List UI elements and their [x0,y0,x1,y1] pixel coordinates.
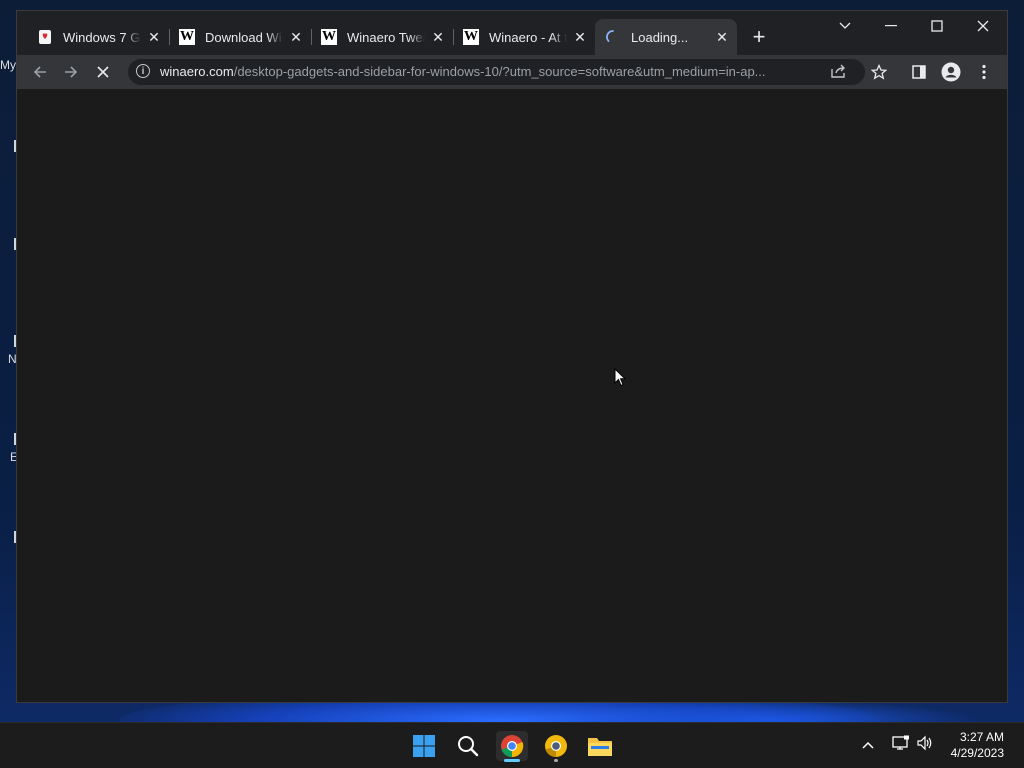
chevron-up-icon [862,741,874,749]
address-url[interactable]: winaero.com/desktop-gadgets-and-sidebar-… [160,64,830,79]
side-panel-button[interactable] [906,59,932,85]
tab-title: Download Win [205,29,283,45]
tab-download-winaero[interactable]: W Download Win ✕ [169,19,312,55]
cards-icon [37,29,53,45]
maximize-icon [931,20,943,32]
close-icon[interactable]: ✕ [429,28,447,46]
minimize-icon [885,25,897,27]
address-bar[interactable]: i winaero.com/desktop-gadgets-and-sideba… [128,59,865,85]
stop-x-icon [97,66,109,78]
menu-button[interactable] [971,59,997,85]
profile-button[interactable] [938,59,964,85]
start-icon [413,735,435,757]
tab-title: Winaero Tweak [347,29,425,45]
url-host: winaero.com [160,64,234,79]
stop-loading-button[interactable] [90,59,116,85]
side-panel-icon [912,65,926,79]
browser-toolbar: i winaero.com/desktop-gadgets-and-sideba… [17,55,1007,89]
url-path: /desktop-gadgets-and-sidebar-for-windows… [233,64,766,79]
close-icon[interactable]: ✕ [145,28,163,46]
close-icon[interactable]: ✕ [287,28,305,46]
clock-date: 4/29/2023 [950,746,1004,760]
network-icon [892,735,909,750]
running-app-indicator [554,759,558,762]
tab-loading-active[interactable]: Loading... ✕ [595,19,737,55]
maximize-button[interactable] [915,11,959,41]
file-explorer-icon [588,738,612,756]
close-icon [977,20,989,32]
tab-winaero-home[interactable]: W Winaero - At th ✕ [453,19,595,55]
system-clock[interactable]: 3:27 AM 4/29/2023 [951,729,1004,761]
file-explorer-taskbar-button[interactable] [584,731,616,761]
desktop-icon-label[interactable]: My [0,58,18,72]
star-icon [871,64,887,80]
active-app-indicator [504,759,520,762]
show-hidden-icons-button[interactable] [862,736,874,752]
site-info-icon[interactable]: i [136,64,150,78]
winaero-w-icon: W [321,29,337,45]
bookmark-star-button[interactable] [866,59,892,85]
chrome-canary-taskbar-button[interactable] [540,731,572,762]
tab-windows-7-gadgets[interactable]: Windows 7 Ga ✕ [27,19,170,55]
back-button[interactable] [27,59,53,85]
chrome-taskbar-button[interactable] [496,731,528,762]
forward-arrow-icon [65,66,78,78]
winaero-w-icon: W [179,29,195,45]
search-icon [458,736,479,757]
search-button[interactable] [452,731,484,761]
tab-strip: Windows 7 Ga ✕ W Download Win ✕ W Winaer… [17,11,1007,55]
loading-spinner-icon [605,29,621,45]
network-button[interactable] [892,735,910,754]
clock-time: 3:27 AM [959,730,1004,744]
volume-button[interactable] [916,735,934,754]
speaker-icon [917,735,932,751]
minimize-button[interactable] [869,11,913,41]
start-button[interactable] [408,731,440,761]
browser-window: Windows 7 Ga ✕ W Download Win ✕ W Winaer… [17,11,1007,702]
close-icon[interactable]: ✕ [713,28,731,46]
new-tab-button[interactable]: + [747,24,771,49]
mouse-cursor [614,367,627,392]
chrome-icon [501,735,524,758]
close-icon[interactable]: ✕ [571,28,589,46]
profile-icon [941,62,961,82]
page-content[interactable] [17,89,1007,702]
tab-title: Winaero - At th [489,29,567,45]
winaero-w-icon: W [463,29,479,45]
cursor-arrow-icon [614,367,627,387]
back-arrow-icon [33,66,46,78]
tab-search-button[interactable] [823,11,867,41]
tab-title: Windows 7 Ga [63,29,141,45]
close-window-button[interactable] [961,11,1005,41]
chevron-down-icon [839,22,851,29]
share-icon[interactable] [830,63,848,84]
taskbar: 3:27 AM 4/29/2023 [0,722,1024,768]
kebab-menu-icon [982,64,986,80]
chrome-canary-icon [545,735,567,758]
tab-winaero-tweaker[interactable]: W Winaero Tweak ✕ [311,19,454,55]
tab-title: Loading... [631,29,689,45]
forward-button[interactable] [58,59,84,85]
